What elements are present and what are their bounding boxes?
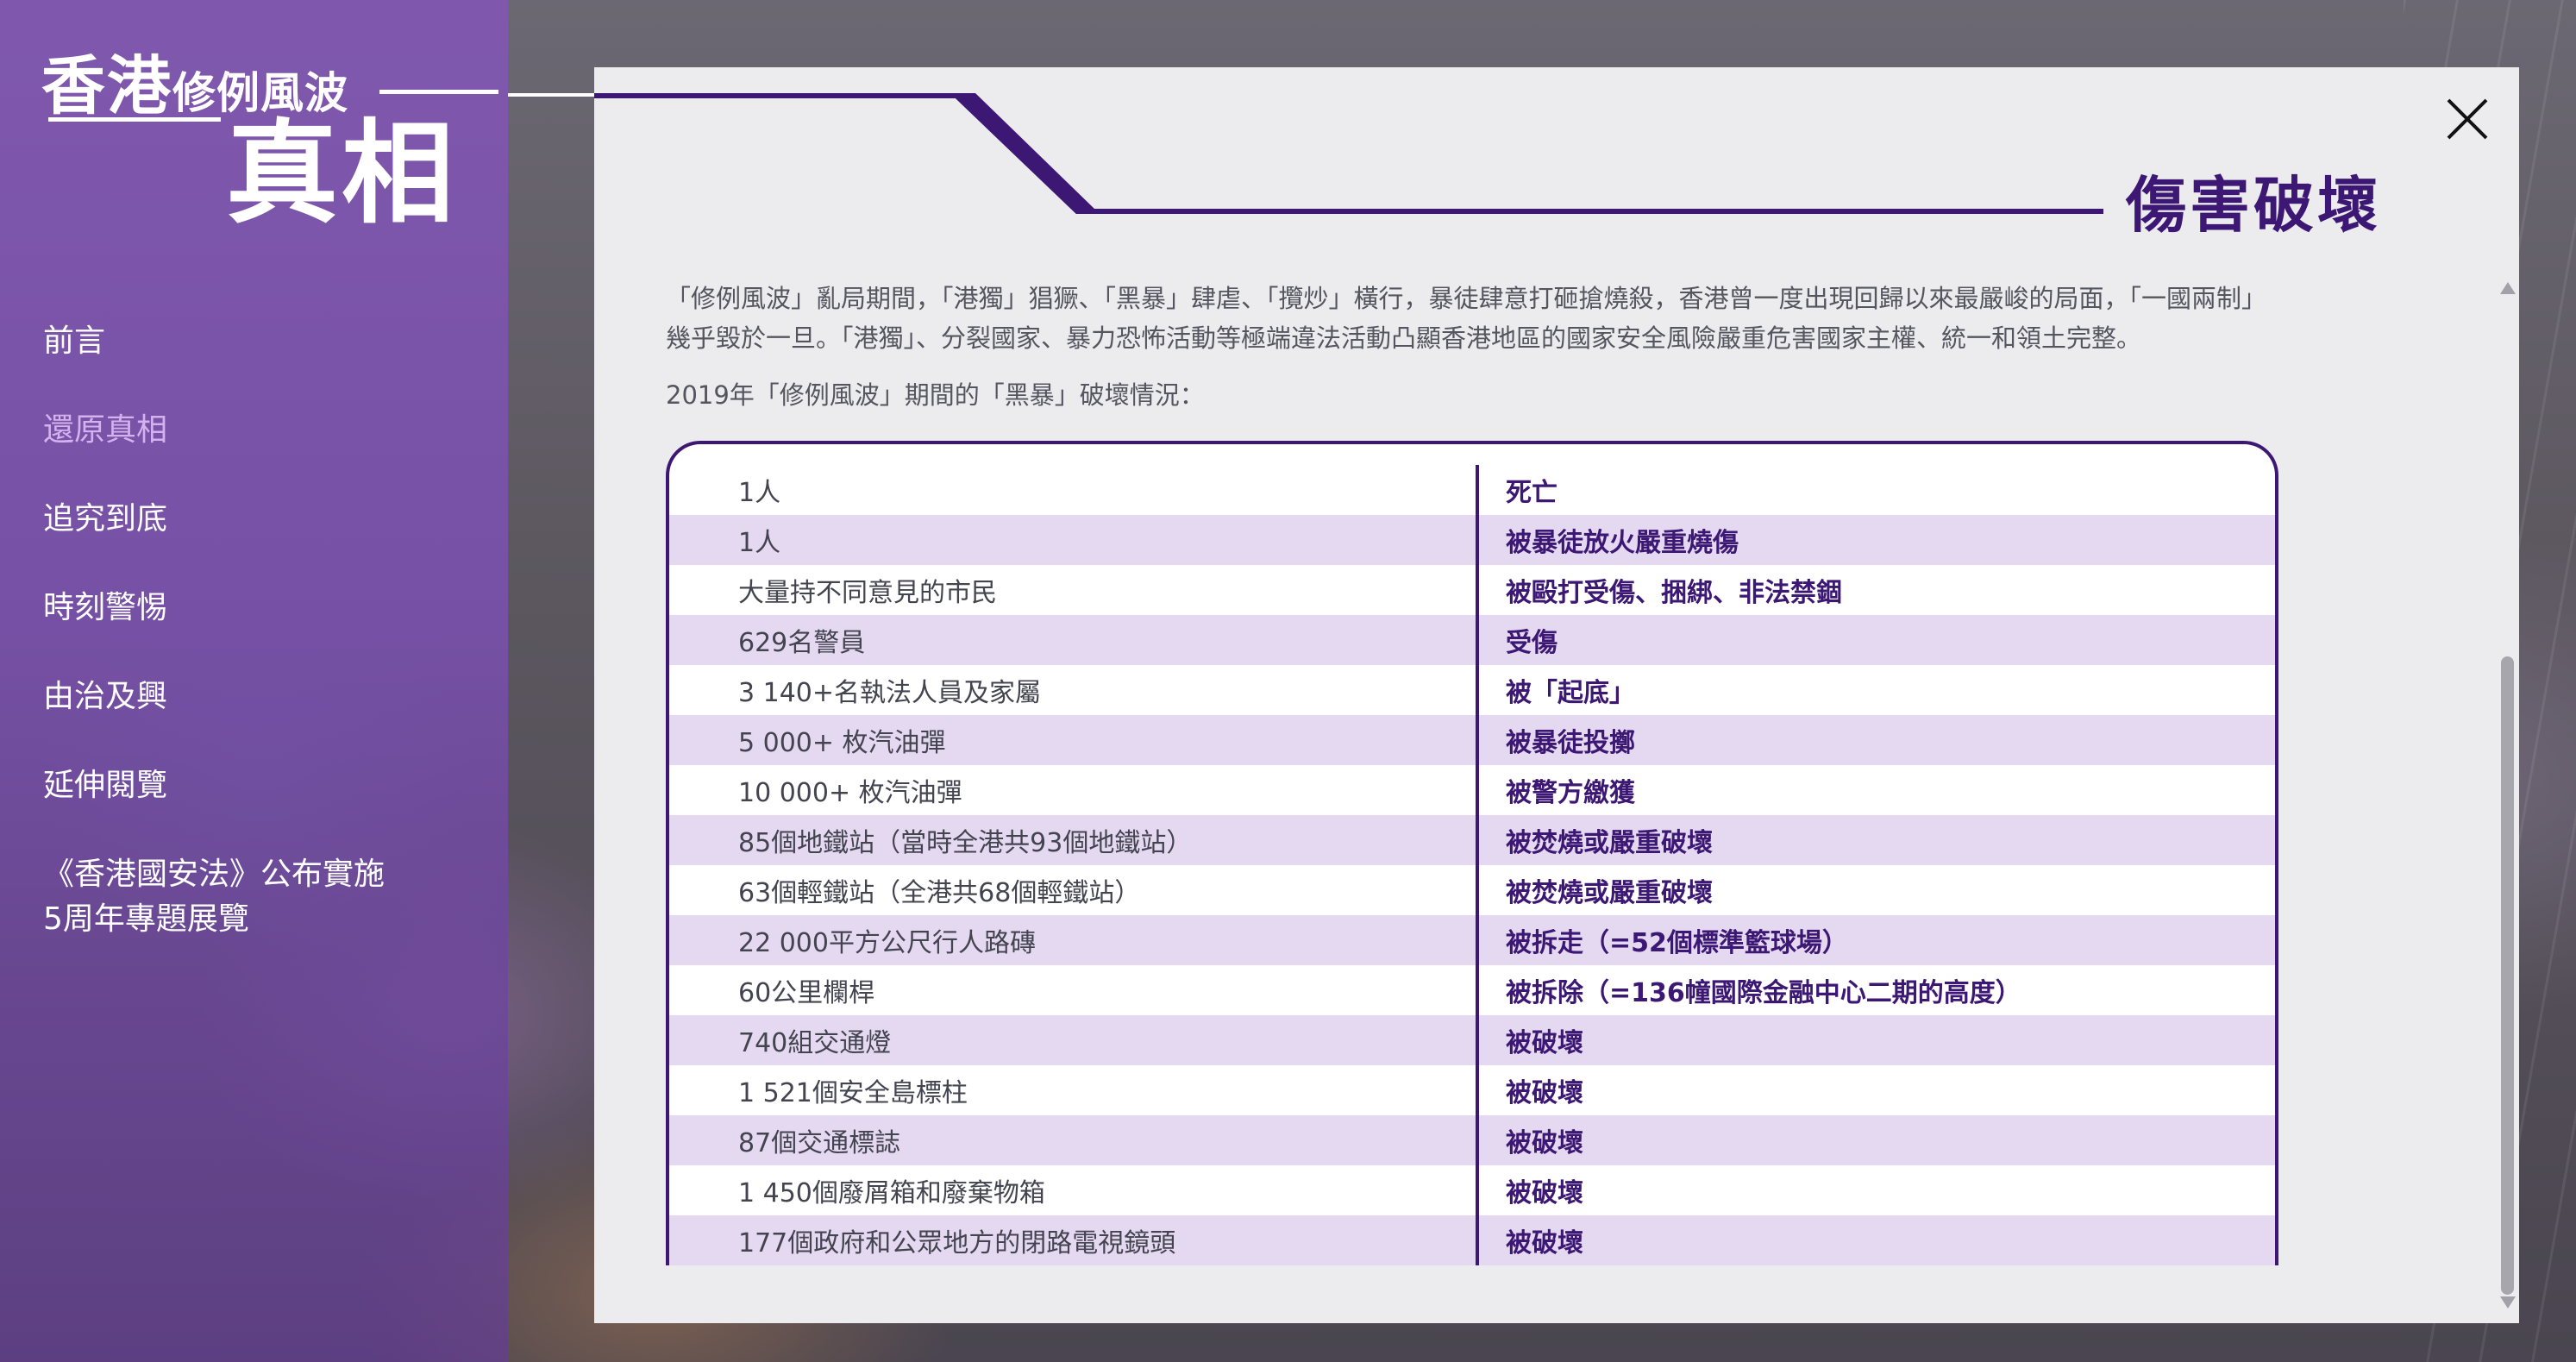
table-row: 22 000平方公尺行人路磚 被拆走（=52個標準籃球場）: [669, 915, 2275, 965]
intro-paragraph: 「修例風波」亂局期間，「港獨」猖獗、「黑暴」肆虐、「攬炒」橫行，暴徒肆意打砸搶燒…: [666, 284, 2267, 353]
nav-item-preface[interactable]: 前言: [43, 319, 385, 408]
row-quantity: 629名警員: [738, 628, 866, 658]
table-row: 1 450個廢屑箱和廢棄物箱 被破壞: [669, 1165, 2275, 1215]
detail-modal: 傷害破壞 「修例風波」亂局期間，「港獨」猖獗、「黑暴」肆虐、「攬炒」橫行，暴徒肆…: [594, 67, 2519, 1323]
row-outcome: 被警方繳獲: [1506, 778, 1635, 808]
close-button[interactable]: [2441, 93, 2493, 145]
table-divider: [1476, 465, 1479, 1265]
modal-content: 「修例風波」亂局期間，「港獨」猖獗、「黑暴」肆虐、「攬炒」橫行，暴徒肆意打砸搶燒…: [666, 279, 2278, 1265]
nav-item-prosperity[interactable]: 由治及興: [43, 675, 385, 763]
row-quantity: 177個政府和公眾地方的閉路電視鏡頭: [738, 1228, 1176, 1258]
nav-item-further-reading[interactable]: 延伸閱覽: [43, 763, 385, 852]
nav-item-restore-truth[interactable]: 還原真相: [43, 408, 385, 497]
row-outcome: 被毆打受傷、捆綁、非法禁錮: [1506, 578, 1842, 608]
row-quantity: 1 450個廢屑箱和廢棄物箱: [738, 1178, 1045, 1208]
table-row: 5 000+ 枚汽油彈 被暴徒投擲: [669, 715, 2275, 765]
sidebar: 香港修例風波 真相 前言 還原真相 追究到底 時刻警惕 由治及興 延伸閱覽 《香…: [0, 0, 508, 1362]
header-connector-line: [508, 93, 594, 97]
row-quantity: 大量持不同意見的市民: [738, 578, 997, 608]
close-icon: [2447, 98, 2488, 140]
scroll-down-arrow-icon[interactable]: [2500, 1296, 2516, 1309]
nav-item-vigilance[interactable]: 時刻警惕: [43, 586, 385, 675]
table-row: 85個地鐵站（當時全港共93個地鐵站） 被焚燒或嚴重破壞: [669, 815, 2275, 865]
row-quantity: 1人: [738, 478, 781, 508]
row-outcome: 被焚燒或嚴重破壞: [1506, 828, 1713, 858]
row-outcome: 被暴徒放火嚴重燒傷: [1506, 528, 1739, 558]
row-outcome: 被「起底」: [1506, 678, 1635, 708]
logo-truth: 真相: [226, 108, 458, 239]
damage-table: 1人 死亡 1人 被暴徒放火嚴重燒傷 大量持不同意見的市民 被毆打受傷、捆綁、非…: [666, 441, 2278, 1265]
scroll-thumb[interactable]: [2501, 656, 2514, 1295]
nav-item-pursue[interactable]: 追究到底: [43, 497, 385, 586]
table-row: 629名警員 受傷: [669, 615, 2275, 665]
row-quantity: 740組交通燈: [738, 1028, 892, 1058]
main-nav: 前言 還原真相 追究到底 時刻警惕 由治及興 延伸閱覽 《香港國安法》公布實施 …: [43, 319, 385, 942]
table-row: 1 521個安全島標柱 被破壞: [669, 1065, 2275, 1115]
row-outcome: 被拆走（=52個標準籃球場）: [1506, 928, 1848, 958]
logo-rule: [48, 117, 221, 122]
row-outcome: 被拆除（=136幢國際金融中心二期的高度）: [1506, 978, 2021, 1008]
row-outcome: 被破壞: [1506, 1128, 1583, 1158]
logo-hongkong: 香港: [41, 49, 172, 123]
modal-scrollbar[interactable]: [2495, 279, 2519, 1314]
row-quantity: 22 000平方公尺行人路磚: [738, 928, 1036, 958]
table-row: 177個政府和公眾地方的閉路電視鏡頭 被破壞: [669, 1215, 2275, 1265]
row-outcome: 被焚燒或嚴重破壞: [1506, 878, 1713, 908]
row-outcome: 被破壞: [1506, 1028, 1583, 1058]
site-logo[interactable]: 香港修例風波 真相: [41, 35, 498, 239]
row-outcome: 被暴徒投擲: [1506, 728, 1635, 758]
logo-rule: [379, 90, 498, 94]
scroll-up-arrow-icon[interactable]: [2500, 282, 2516, 294]
row-quantity: 1 521個安全島標柱: [738, 1078, 968, 1108]
row-quantity: 5 000+ 枚汽油彈: [738, 728, 946, 758]
table-row: 740組交通燈 被破壞: [669, 1015, 2275, 1065]
nav-item-nsl-line2: 5周年專題展覽: [43, 901, 249, 937]
row-outcome: 受傷: [1506, 628, 1558, 658]
row-outcome: 被破壞: [1506, 1178, 1583, 1208]
table-heading: 2019年「修例風波」期間的「黑暴」破壞情況：: [666, 380, 1205, 410]
table-row: 1人 死亡: [669, 465, 2275, 515]
nav-item-nsl-line1: 《香港國安法》公布實施: [43, 857, 385, 892]
table-row: 87個交通標誌 被破壞: [669, 1115, 2275, 1165]
table-row: 3 140+名執法人員及家屬 被「起底」: [669, 665, 2275, 715]
row-outcome: 被破壞: [1506, 1078, 1583, 1108]
table-row: 60公里欄桿 被拆除（=136幢國際金融中心二期的高度）: [669, 965, 2275, 1015]
row-quantity: 1人: [738, 528, 781, 558]
table-row: 10 000+ 枚汽油彈 被警方繳獲: [669, 765, 2275, 815]
row-outcome: 死亡: [1506, 478, 1558, 508]
table-row: 63個輕鐵站（全港共68個輕鐵站） 被焚燒或嚴重破壞: [669, 865, 2275, 915]
row-quantity: 63個輕鐵站（全港共68個輕鐵站）: [738, 878, 1141, 908]
row-quantity: 87個交通標誌: [738, 1128, 901, 1158]
nav-item-nsl-exhibition[interactable]: 《香港國安法》公布實施 5周年專題展覽: [43, 852, 385, 942]
row-outcome: 被破壞: [1506, 1228, 1583, 1258]
row-quantity: 60公里欄桿: [738, 978, 875, 1008]
modal-title: 傷害破壞: [2126, 170, 2381, 241]
table-row: 大量持不同意見的市民 被毆打受傷、捆綁、非法禁錮: [669, 565, 2275, 615]
table-row: 1人 被暴徒放火嚴重燒傷: [669, 515, 2275, 565]
row-quantity: 3 140+名執法人員及家屬: [738, 678, 1042, 708]
row-quantity: 10 000+ 枚汽油彈: [738, 778, 962, 808]
row-quantity: 85個地鐵站（當時全港共93個地鐵站）: [738, 828, 1193, 858]
